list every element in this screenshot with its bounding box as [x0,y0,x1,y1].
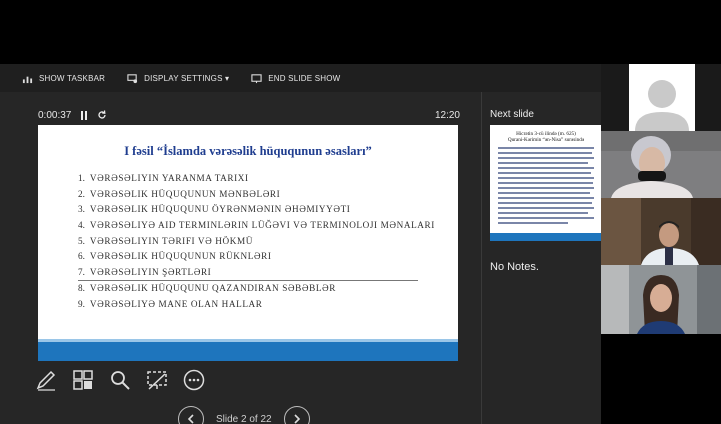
pen-icon [36,370,56,391]
speaker-notes[interactable]: No Notes. [490,261,539,273]
timer-row: 0:00:37 12:20 [38,108,460,122]
slide-tools [34,368,206,392]
list-item: 6. Vərəsəlik hüququnun rüknləri [78,251,272,262]
more-options-button[interactable] [182,368,206,392]
next-slide-label: Next slide [490,109,534,120]
restart-icon [98,110,107,119]
current-slide-pane: 0:00:37 12:20 I fəsil “İslamda vərəsəlik… [0,92,480,424]
black-screen-button[interactable] [145,368,169,392]
list-item: 3. Vərəsəlik hüququnu öyrənmənin əhəmiyyə… [78,204,351,215]
pen-tool-button[interactable] [34,368,58,392]
slides-grid-icon [73,370,93,390]
slide-title: I fəsil “İslamda vərəsəlik hüququnun əsa… [124,144,372,158]
participant-tile-3[interactable] [601,198,721,265]
user-avatar-icon [635,80,689,131]
list-item: 9. Vərəsəliyə mane olan hallar [78,298,263,309]
magnifier-icon [111,371,130,390]
slide-bottom-band [38,339,458,361]
display-settings-label: DISPLAY SETTINGS ▾ [144,73,230,83]
slide-topic-list: 1. Vərəsəliyin yaranma tarixi 2. Vərəsəlik… [78,171,435,312]
pause-timer-button[interactable] [80,110,88,120]
current-slide[interactable]: I fəsil “İslamda vərəsəlik hüququnun əsa… [38,125,458,361]
presenter-toolbar: SHOW TASKBAR DISPLAY SETTINGS ▾ END SLID… [0,64,601,92]
next-slide-thumbnail[interactable]: Hicrətin 3-cü ilində (m. 625) Qurani-Kər… [490,125,602,241]
screen-toggle-icon [147,371,167,390]
participant-video [601,198,721,265]
taskbar-icon [22,76,33,83]
participant-video [601,131,721,198]
next-slide-title: Hicrətin 3-cü ilində (m. 625) Qurani-Kər… [507,131,585,144]
arrow-left-icon [187,414,194,424]
end-show-icon [251,73,262,83]
participant-video [601,265,721,334]
participant-tile-avatar[interactable] [601,64,721,131]
more-icon [183,369,205,391]
see-all-slides-button[interactable] [71,368,95,392]
list-item: 4. Vərəsəliyə aid terminlərin lüğəvi və t… [78,220,435,231]
show-taskbar-button[interactable]: SHOW TASKBAR [22,73,105,84]
next-slide-button[interactable] [283,406,310,424]
elapsed-time: 0:00:37 [38,109,72,121]
restart-timer-button[interactable] [97,110,107,120]
arrow-right-icon [294,414,300,424]
participant-tile-4[interactable] [601,265,721,334]
presenter-view: 0:00:37 12:20 I fəsil “İslamda vərəsəlik… [0,92,602,424]
previous-slide-button[interactable] [178,406,204,424]
participant-tile-2[interactable] [601,131,721,198]
next-slide-bottom-band [490,233,602,241]
display-settings-icon [127,73,138,83]
pause-icon [81,110,88,120]
next-slide-pane: Next slide Hicrətin 3-cü ilində (m. 625)… [482,92,602,424]
list-item: 7. Vərəsəliyin şərtləri [78,265,418,281]
slide-navigation: Slide 2 of 22 [178,406,310,424]
end-slide-show-button[interactable]: END SLIDE SHOW [251,73,340,84]
video-column-bottom [601,334,721,424]
zoom-button[interactable] [108,368,132,392]
end-slide-show-label: END SLIDE SHOW [268,73,341,83]
display-settings-button[interactable]: DISPLAY SETTINGS ▾ [127,73,229,84]
list-item: 1. Vərəsəliyin yaranma tarixi [78,173,249,183]
list-item: 2. Vərəsəlik hüququnun mənbələri [78,188,281,199]
show-taskbar-label: SHOW TASKBAR [39,73,106,83]
list-item: 8. Vərəsəlik hüququnu qazandıran səbəblər [78,282,336,293]
slide-counter: Slide 2 of 22 [216,413,272,424]
clock: 12:20 [434,109,460,121]
list-item: 5. Vərəsəliyin tərifi və hökmü [78,235,254,246]
